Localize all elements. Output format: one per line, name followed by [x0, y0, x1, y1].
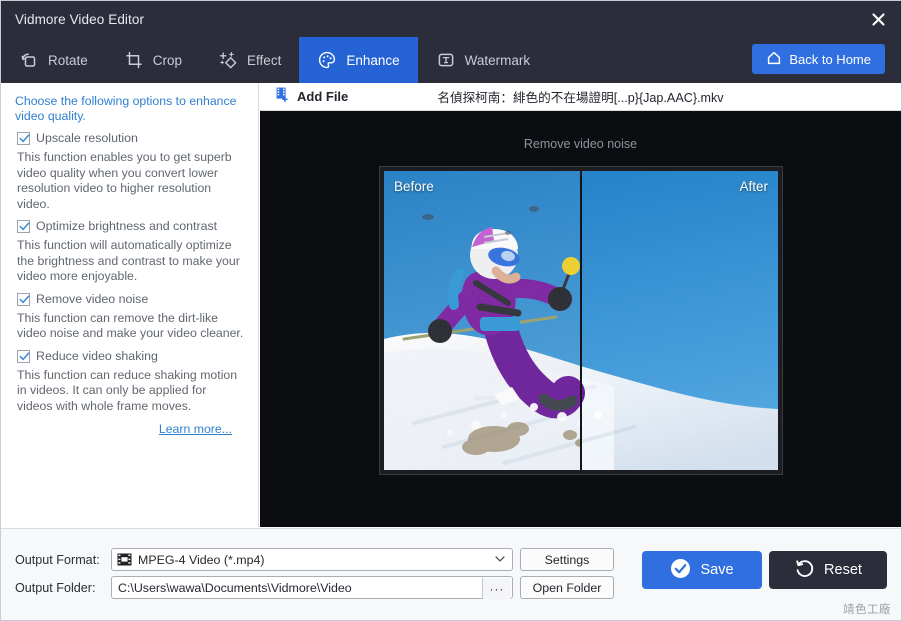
add-file-button[interactable]: Add File	[274, 86, 348, 107]
browse-folder-button[interactable]: ···	[482, 578, 511, 599]
film-format-icon	[117, 553, 132, 566]
tab-watermark[interactable]: Watermark	[418, 37, 549, 83]
after-label: After	[739, 179, 768, 194]
option-description: This function can remove the dirt-like v…	[17, 310, 244, 341]
tab-effect-label: Effect	[247, 52, 282, 68]
chevron-down-icon	[495, 554, 505, 565]
check-circle-icon	[670, 558, 691, 583]
close-glyph	[871, 12, 885, 26]
close-icon[interactable]	[855, 1, 901, 37]
add-file-bar: Add File 名偵探柯南：緋色的不在場證明[...p}{Jap.AAC}.m…	[260, 83, 901, 111]
tab-enhance[interactable]: Enhance	[299, 37, 418, 83]
option-description: This function can reduce shaking motion …	[17, 367, 238, 413]
undo-icon	[794, 558, 815, 583]
open-folder-button[interactable]: Open Folder	[520, 576, 614, 599]
reset-button[interactable]: Reset	[769, 551, 887, 589]
panel-hint: Choose the following options to enhance …	[15, 94, 237, 123]
rotate-icon	[19, 50, 39, 70]
home-icon	[766, 50, 782, 69]
tab-effect[interactable]: Effect	[200, 37, 299, 83]
back-to-home-button[interactable]: Back to Home	[752, 44, 885, 74]
after-image	[581, 171, 778, 470]
check-icon	[19, 294, 30, 303]
tab-crop[interactable]: Crop	[106, 37, 200, 83]
option-optimize-brightness-contrast[interactable]: Optimize brightness and contrast	[17, 219, 244, 234]
checkbox-reduce-video-shaking[interactable]	[17, 349, 30, 363]
learn-more-link[interactable]: Learn more...	[159, 422, 232, 436]
sparkle-icon	[218, 50, 238, 70]
app-window: Vidmore Video Editor Rotate Crop Effect …	[0, 0, 902, 621]
before-after-divider	[580, 171, 582, 470]
after-pane: After	[581, 171, 778, 470]
enhance-options-panel: Choose the following options to enhance …	[1, 83, 259, 527]
before-after-viewport: Before After	[384, 171, 778, 470]
preview-caption: Remove video noise	[523, 137, 638, 151]
learn-more-row: Learn more...	[15, 420, 232, 438]
tab-enhance-label: Enhance	[346, 52, 400, 68]
back-to-home-label: Back to Home	[789, 51, 871, 67]
site-watermark: 靖色工廠	[843, 602, 891, 616]
tab-rotate[interactable]: Rotate	[1, 37, 106, 83]
output-folder-value: C:\Users\wawa\Documents\Vidmore\Video	[118, 580, 352, 595]
checkbox-remove-video-noise[interactable]	[17, 292, 30, 306]
checkbox-upscale-resolution[interactable]	[17, 132, 30, 145]
before-after-frame: Before After	[379, 166, 783, 475]
option-reduce-video-shaking[interactable]: Reduce video shaking	[17, 349, 244, 364]
output-format-label: Output Format:	[15, 553, 100, 567]
before-label: Before	[394, 179, 434, 194]
crop-icon	[124, 50, 144, 70]
output-folder-label: Output Folder:	[15, 581, 96, 595]
option-description: This function will automatically optimiz…	[17, 238, 240, 283]
text-box-icon	[436, 50, 456, 70]
option-label: Optimize brightness and contrast	[36, 219, 218, 233]
option-label: Upscale resolution	[36, 131, 138, 145]
option-upscale-resolution[interactable]: Upscale resolution	[17, 131, 244, 146]
output-format-select[interactable]: MPEG-4 Video (*.mp4)	[111, 548, 513, 571]
option-label: Reduce video shaking	[36, 348, 158, 363]
open-folder-label: Open Folder	[532, 580, 602, 595]
browse-label: ···	[489, 581, 505, 596]
option-label: Remove video noise	[36, 291, 149, 306]
title-bar: Vidmore Video Editor	[1, 1, 901, 37]
settings-label: Settings	[544, 552, 590, 567]
output-format-value: MPEG-4 Video (*.mp4)	[138, 552, 265, 567]
option-description: This function enables you to get superb …	[17, 150, 232, 211]
output-bar: Output Format: MPEG-4 Video (*.mp4) Sett…	[1, 528, 901, 620]
reset-label: Reset	[824, 562, 862, 578]
check-icon	[19, 222, 30, 231]
main-toolbar: Rotate Crop Effect Enhance Watermark Bac…	[1, 37, 901, 83]
add-film-icon	[274, 86, 290, 107]
before-image	[384, 171, 581, 470]
tab-crop-label: Crop	[152, 52, 183, 68]
check-icon	[19, 134, 30, 143]
output-folder-input[interactable]: C:\Users\wawa\Documents\Vidmore\Video ··…	[111, 576, 513, 599]
settings-button[interactable]: Settings	[520, 548, 614, 571]
before-pane: Before	[384, 171, 581, 470]
check-icon	[19, 351, 30, 360]
current-file-name: 名偵探柯南：緋色的不在場證明[...p}{Jap.AAC}.mkv	[437, 91, 724, 105]
tab-watermark-label: Watermark	[464, 52, 531, 68]
save-button[interactable]: Save	[642, 551, 762, 589]
palette-icon	[317, 50, 337, 70]
add-file-label: Add File	[297, 89, 349, 104]
checkbox-optimize-brightness-contrast[interactable]	[17, 220, 30, 233]
save-label: Save	[700, 562, 734, 578]
app-title: Vidmore Video Editor	[15, 11, 145, 27]
tab-rotate-label: Rotate	[48, 52, 88, 68]
preview-area: Remove video noise Before After	[260, 111, 901, 527]
option-remove-video-noise[interactable]: Remove video noise	[17, 292, 244, 307]
